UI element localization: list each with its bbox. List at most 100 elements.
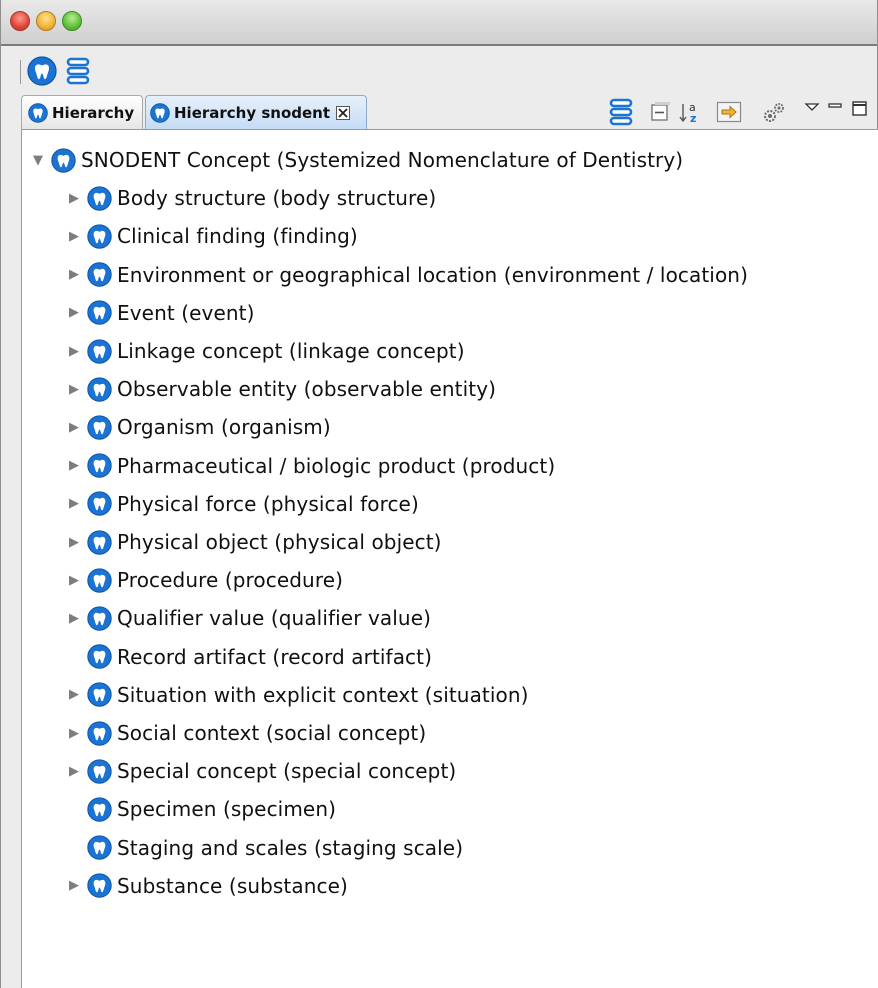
tree-node[interactable]: ▶ Physical force (physical force) [67,486,419,522]
tree-node[interactable]: ▶ Environment or geographical location (e… [67,257,748,293]
tooth-icon [28,102,48,123]
tooth-icon [87,606,112,631]
collapse-all-icon[interactable] [649,98,671,126]
tooth-icon [87,300,112,325]
tooth-icon [87,453,112,478]
collapse-arrow-icon[interactable]: ▼ [31,153,45,168]
expand-arrow-icon[interactable]: ▶ [67,496,81,511]
tree-node-label: Organism (organism) [117,415,331,440]
tree-node-label: Record artifact (record artifact) [117,644,432,669]
tree-node-label: Qualifier value (qualifier value) [117,606,432,631]
expand-arrow-icon[interactable]: ▶ [67,191,81,206]
tree-node[interactable]: ▶ Pharmaceutical / biologic product (prod… [67,448,555,484]
tooth-icon [150,102,170,123]
list-icon[interactable] [63,56,93,86]
list-icon[interactable] [607,98,635,126]
expand-arrow-icon[interactable]: ▶ [67,687,81,702]
tree-node-label: Specimen (specimen) [117,797,337,822]
tree-node[interactable]: ▶ Situation with explicit context (situat… [67,677,529,713]
tree-node-label: Physical object (physical object) [117,530,442,554]
expand-arrow-icon[interactable]: ▶ [67,573,81,588]
tooth-icon [87,338,112,364]
tooth-icon [87,262,112,287]
tooth-icon [87,797,112,822]
tree-node[interactable]: Staging and scales (staging scale) [67,830,463,866]
main-toolbar [1,46,877,92]
tooth-icon [87,567,112,593]
tree-node[interactable]: ▶ Observable entity (observable entity) [67,371,496,407]
tree-node-label: Situation with explicit context (situati… [117,682,529,707]
tooth-icon[interactable] [27,56,57,86]
tree-node[interactable]: ▶ Procedure (procedure) [67,562,343,598]
expand-arrow-icon[interactable]: ▶ [67,344,81,359]
expand-arrow-icon[interactable]: ▶ [67,420,81,435]
tooth-icon [87,377,112,402]
tree-root-node[interactable]: ▼ SNODENT Concept (Systemized Nomenclatur… [31,142,683,178]
minimize-icon[interactable] [827,98,843,126]
settings-icon[interactable] [760,98,790,126]
close-window-button[interactable] [10,11,30,31]
tree-node[interactable]: ▶ Qualifier value (qualifier value) [67,600,431,636]
tree-node-label: Substance (substance) [117,873,348,898]
tooth-icon [51,147,76,173]
minimize-window-button[interactable] [36,11,56,31]
tree-node-label: Staging and scales (staging scale) [117,835,464,860]
tree-node[interactable]: ▶ Special concept (special concept) [67,753,456,789]
expand-arrow-icon[interactable]: ▶ [67,458,81,473]
tree-node-label: Event (event) [117,300,255,325]
tree-node[interactable]: ▶ Linkage concept (linkage concept) [67,333,465,369]
view-menu-icon[interactable] [804,98,820,126]
app-window: Hierarchy Hierarchy snodent a z ▼ SNODEN… [0,0,878,988]
expand-arrow-icon[interactable]: ▶ [67,535,81,550]
expand-arrow-icon[interactable]: ▶ [67,229,81,244]
tree-node[interactable]: ▶ Organism (organism) [67,409,331,445]
zoom-window-button[interactable] [62,11,82,31]
title-bar [1,0,877,46]
expand-arrow-icon[interactable]: ▶ [67,382,81,397]
tooth-icon [87,185,112,211]
hierarchy-tree[interactable]: ▼ SNODENT Concept (Systemized Nomenclatur… [21,129,878,988]
tree-node-label: Pharmaceutical / biologic product (produ… [117,453,556,478]
close-icon[interactable] [336,105,351,120]
tree-node[interactable]: Specimen (specimen) [67,791,336,827]
tooth-icon [87,720,112,746]
tree-node[interactable]: ▶ Substance (substance) [67,868,348,904]
tree-node[interactable]: ▶ Social context (social concept) [67,715,426,751]
tree-node[interactable]: ▶ Event (event) [67,295,255,331]
maximize-icon[interactable] [851,98,869,126]
tree-node[interactable]: ▶ Body structure (body structure) [67,180,436,216]
tree-node-label: SNODENT Concept (Systemized Nomenclature… [81,148,684,172]
expand-arrow-icon[interactable]: ▶ [67,305,81,320]
tooth-icon [87,529,112,555]
tree-node-label: Special concept (special concept) [117,759,457,784]
tab-label: Hierarchy snodent [174,103,331,122]
tooth-icon [87,644,112,669]
svg-text:z: z [690,112,696,125]
expand-arrow-icon[interactable]: ▶ [67,611,81,626]
tree-node[interactable]: ▶ Physical object (physical object) [67,524,442,560]
tree-node-label: Physical force (physical force) [117,491,419,516]
expand-arrow-icon[interactable]: ▶ [67,878,81,893]
tree-node-label: Clinical finding (finding) [117,224,358,249]
tree-node[interactable]: Record artifact (record artifact) [67,639,432,675]
tree-node-label: Observable entity (observable entity) [117,377,497,402]
toolbar-separator [20,60,21,84]
expand-arrow-icon[interactable]: ▶ [67,764,81,779]
tree-node-label: Body structure (body structure) [117,186,437,211]
sort-alpha-icon[interactable]: a z [677,98,703,126]
tooth-icon [87,758,112,784]
tooth-icon [87,835,112,860]
expand-arrow-icon[interactable]: ▶ [67,267,81,282]
tab-hierarchy-snodent[interactable]: Hierarchy snodent [145,95,367,129]
tree-node[interactable]: ▶ Clinical finding (finding) [67,218,358,254]
tooth-icon [87,873,112,898]
tooth-icon [87,682,112,707]
tree-node-label: Environment or geographical location (en… [117,262,748,287]
link-with-editor-icon[interactable] [715,98,743,126]
expand-arrow-icon[interactable]: ▶ [67,726,81,741]
tooth-icon [87,491,112,516]
view-tab-strip: Hierarchy Hierarchy snodent a z [15,95,877,129]
tree-node-label: Procedure (procedure) [117,568,344,593]
tree-node-label: Social context (social concept) [117,721,427,745]
tab-hierarchy[interactable]: Hierarchy [21,95,143,129]
